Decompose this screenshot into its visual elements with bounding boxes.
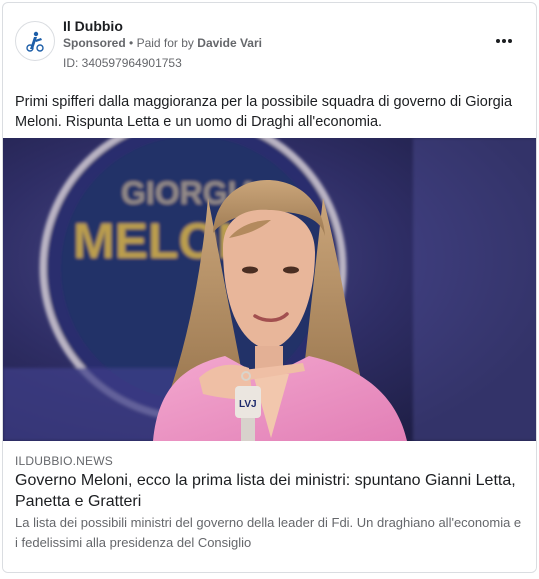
ad-card: Il Dubbio Sponsored • Paid for by Davide…: [2, 2, 537, 573]
sponsored-line: Sponsored • Paid for by Davide Vari: [63, 36, 262, 50]
link-headline[interactable]: Governo Meloni, ecco la prima lista dei …: [15, 470, 527, 512]
paid-for-name[interactable]: Davide Vari: [197, 36, 262, 50]
more-horizontal-icon: [502, 39, 506, 43]
paid-for-prefix: Paid for by: [136, 36, 194, 50]
il-dubbio-logo-icon: [22, 28, 48, 54]
link-preview[interactable]: ILDUBBIO.NEWS Governo Meloni, ecco la pr…: [3, 441, 536, 572]
link-domain: ILDUBBIO.NEWS: [15, 454, 113, 468]
more-options-button[interactable]: [492, 31, 516, 51]
more-horizontal-icon: [496, 39, 500, 43]
link-description: La lista dei possibili ministri del gove…: [15, 515, 522, 550]
page-avatar[interactable]: [15, 21, 55, 61]
sponsored-label: Sponsored: [63, 36, 126, 50]
separator-dot: •: [129, 36, 134, 50]
ad-image[interactable]: GIORGIA MELONI LVJ: [3, 138, 536, 441]
page-name[interactable]: Il Dubbio: [63, 18, 123, 34]
mic-label: LVJ: [239, 399, 257, 410]
more-horizontal-icon: [508, 39, 512, 43]
ad-id: ID: 340597964901753: [63, 56, 182, 70]
ad-header: Il Dubbio Sponsored • Paid for by Davide…: [3, 3, 536, 83]
ad-body-text: Primi spifferi dalla maggioranza per la …: [15, 94, 513, 130]
meloni-photo: GIORGIA MELONI LVJ: [3, 138, 536, 441]
